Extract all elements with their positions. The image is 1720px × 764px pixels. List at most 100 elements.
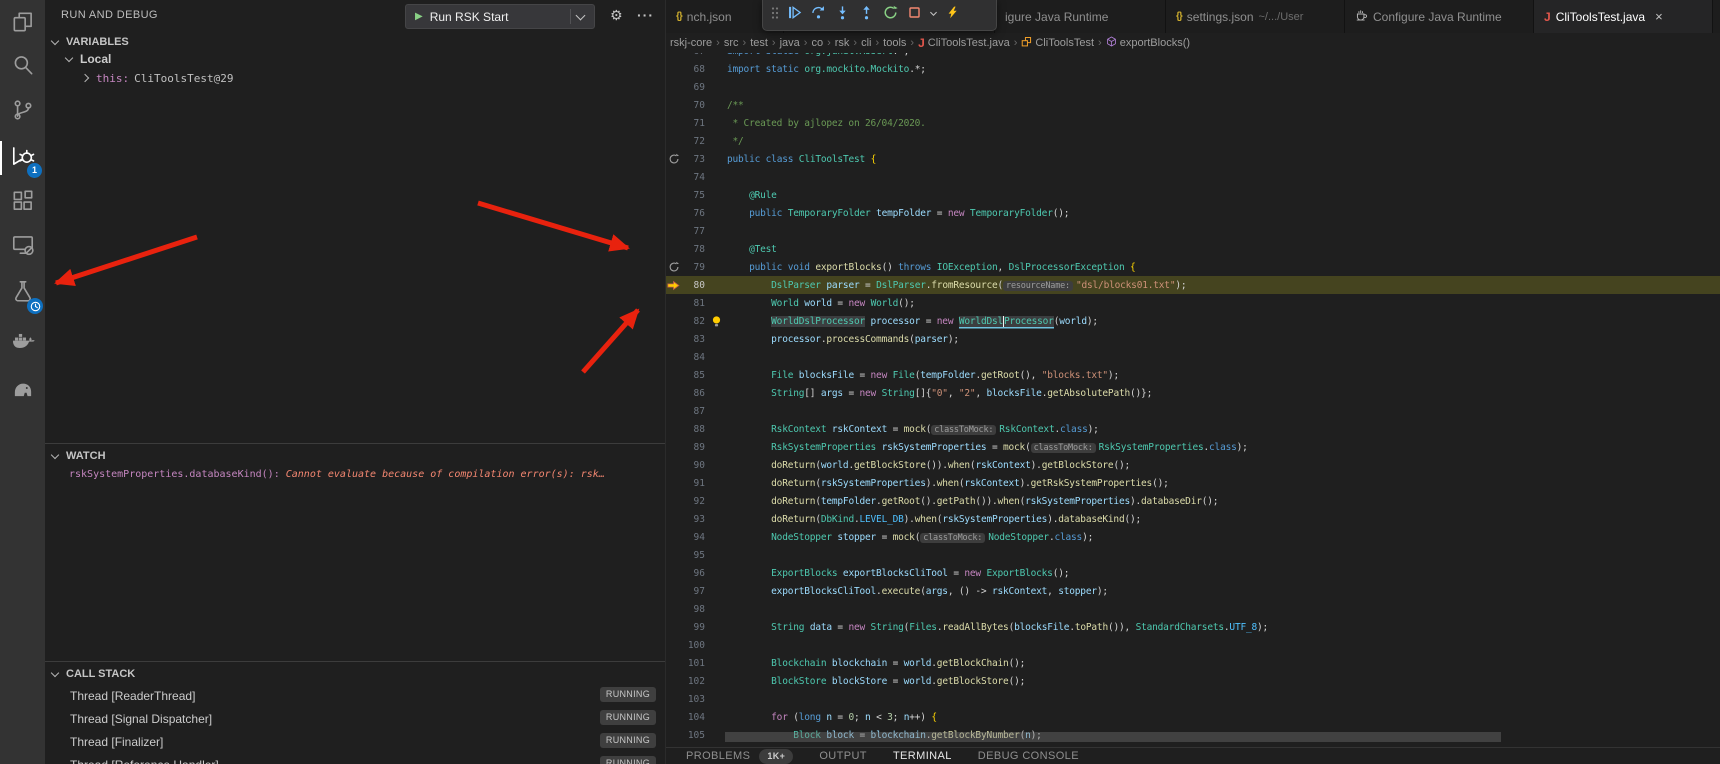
breadcrumb-separator: › [910,37,914,49]
stop-button[interactable] [903,4,926,26]
tab-label: igure Java Runtime [1005,10,1108,24]
code-text: RskSystemProperties rskSystemProperties … [727,442,1248,453]
test-running-icon[interactable] [666,153,681,165]
code-text: import static org.mockito.Mockito.*; [727,64,926,75]
code-text: DslParser parser = DslParser.fromResourc… [727,280,1186,291]
more-actions-icon[interactable]: ··· [637,7,654,23]
code-line-69: 69 [666,78,1720,96]
step-over-button[interactable] [807,4,830,26]
code-text: Blockchain blockchain = world.getBlockCh… [727,658,1025,669]
code-text: WorldDslProcessor processor = new WorldD… [727,316,1098,327]
continue-button[interactable] [783,4,806,26]
breadcrumb-item[interactable]: src [724,37,739,49]
breadcrumb-item[interactable]: rsk [835,37,850,49]
panel-tab-bar: PROBLEMS1K+ OUTPUT TERMINAL DEBUG CONSOLE [666,747,1720,764]
stop-options-button[interactable] [927,4,940,26]
breadcrumb: rskj-core›src›test›java›co›rsk›cli›tools… [666,33,1720,53]
activity-item-explorer[interactable] [0,3,45,45]
tab-label: CliToolsTest.java [1556,10,1645,24]
code-line-75: 75 @Rule [666,186,1720,204]
chevron-down-icon [65,54,73,62]
horizontal-scrollbar[interactable] [725,732,1501,742]
panel-tab-terminal[interactable]: TERMINAL [893,750,952,762]
restart-button[interactable] [879,4,902,26]
extensions-icon [10,188,36,219]
watch-section-header[interactable]: WATCH [45,446,665,466]
step-out-icon [859,5,874,25]
variable-name: this: [96,72,129,85]
line-number: 95 [681,550,705,561]
panel-tab-output[interactable]: OUTPUT [819,750,867,762]
thread-status-badge: RUNNING [600,733,656,748]
java-file-icon: J [1544,10,1551,24]
call-stack-thread-row[interactable]: Thread [ReaderThread] RUNNING [45,684,665,707]
line-number: 70 [681,100,705,111]
variables-section-header[interactable]: VARIABLES [45,32,665,52]
code-line-90: 90 doReturn(world.getBlockStore()).when(… [666,456,1720,474]
method-symbol-icon [1106,36,1117,50]
test-running-icon[interactable] [666,261,681,273]
code-line-78: 78 @Test [666,240,1720,258]
code-text: RskContext rskContext = mock(classToMock… [727,424,1099,435]
line-number: 88 [681,424,705,435]
call-stack-list: Thread [ReaderThread] RUNNINGThread [Sig… [45,684,665,764]
line-number: 86 [681,388,705,399]
call-stack-section-header[interactable]: CALL STACK [45,664,665,684]
code-line-91: 91 doReturn(rskSystemProperties).when(rs… [666,474,1720,492]
activity-item-source-control[interactable] [0,91,45,133]
breadcrumb-item[interactable]: java [780,37,800,49]
editor-tab-settings-json[interactable]: {}settings.json~/.../User [1166,0,1345,33]
call-stack-thread-row[interactable]: Thread [Reference Handler] RUNNING [45,753,665,764]
call-stack-thread-row[interactable]: Thread [Signal Dispatcher] RUNNING [45,707,665,730]
code-line-76: 76 public TemporaryFolder tempFolder = n… [666,204,1720,222]
editor-tab-igure-java-runtime[interactable]: igure Java Runtime [995,0,1166,33]
gear-icon[interactable]: ⚙ [610,7,623,24]
activity-item-search[interactable] [0,46,45,88]
variable-this-row[interactable]: this: CliToolsTest@29 [82,72,233,85]
activity-item-docker[interactable] [0,322,45,364]
step-into-button[interactable] [831,4,854,26]
editor-tab-configure-java-runtime[interactable]: Configure Java Runtime [1345,0,1534,33]
breadcrumb-separator: › [875,37,879,49]
code-text: public void exportBlocks() throws IOExce… [727,262,1136,273]
activity-item-remote-explorer[interactable] [0,226,45,268]
line-number: 73 [681,154,705,165]
line-number: 96 [681,568,705,579]
breadcrumb-file[interactable]: JCliToolsTest.java [918,36,1010,50]
watch-expression-row[interactable]: rskSystemProperties.databaseKind(): Cann… [69,469,661,480]
variables-scope-local[interactable]: Local [66,52,111,66]
breadcrumb-item[interactable]: tools [883,37,906,49]
breadcrumb-item[interactable]: cli [861,37,871,49]
editor-tab[interactable]: J [1713,0,1720,33]
breadcrumb-separator: › [853,37,857,49]
lightbulb-icon[interactable] [705,315,727,328]
editor-tab-clitoolstest-java[interactable]: J CliToolsTest.java × [1534,0,1713,33]
breadcrumb-item[interactable]: test [750,37,768,49]
debug-current-line-icon[interactable] [666,280,681,291]
tab-label: nch.json [687,10,732,24]
activity-item-gradle[interactable] [0,369,45,411]
code-text: NodeStopper stopper = mock(classToMock:N… [727,532,1093,543]
panel-tab-debug-console[interactable]: DEBUG CONSOLE [978,750,1079,762]
activity-item-extensions[interactable] [0,182,45,224]
code-editor[interactable]: 67import static org.junit.Assert.*;68imp… [666,42,1720,744]
breadcrumb-separator: › [1098,37,1102,49]
problems-count-badge: 1K+ [759,749,793,764]
breadcrumb-separator: › [743,37,747,49]
activity-item-testing[interactable] [0,272,45,314]
hot-code-replace-button[interactable] [941,4,964,26]
breadcrumb-method[interactable]: exportBlocks() [1106,36,1190,50]
code-text: exportBlocksCliTool.execute(args, () -> … [727,586,1108,597]
run-config-button[interactable]: ▶ Run RSK Start [405,4,595,29]
tab-label: Configure Java Runtime [1373,10,1502,24]
breadcrumb-class[interactable]: CliToolsTest [1021,36,1094,50]
breadcrumb-item[interactable]: co [811,37,823,49]
toolbar-drag-handle [768,4,782,26]
line-number: 90 [681,460,705,471]
panel-tab-problems[interactable]: PROBLEMS1K+ [686,749,793,764]
step-out-button[interactable] [855,4,878,26]
breadcrumb-item[interactable]: rskj-core [670,37,712,49]
call-stack-thread-row[interactable]: Thread [Finalizer] RUNNING [45,730,665,753]
activity-item-run-and-debug[interactable]: 1 [0,137,45,179]
close-icon[interactable]: × [1655,10,1663,23]
